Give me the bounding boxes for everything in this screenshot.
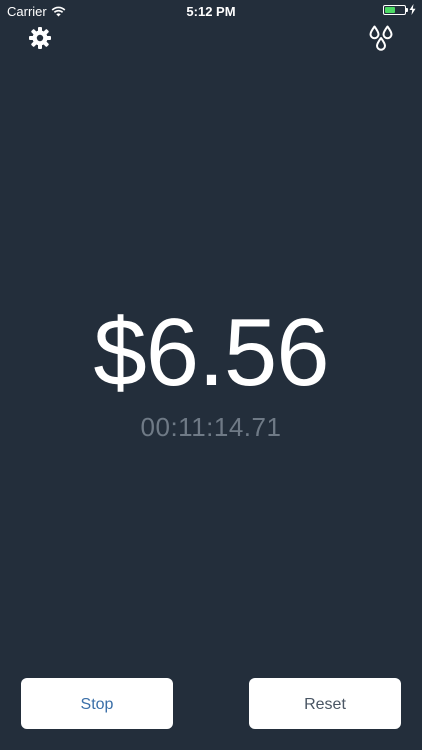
elapsed-time: 00:11:14.71 bbox=[140, 412, 282, 442]
bolt-icon bbox=[409, 4, 416, 15]
theme-button[interactable] bbox=[368, 25, 394, 52]
status-bar: Carrier 5:12 PM bbox=[0, 0, 422, 22]
battery-icon bbox=[383, 4, 408, 15]
battery-level bbox=[385, 6, 395, 13]
stop-button[interactable]: Stop bbox=[21, 678, 173, 729]
cost-amount: $6.56 bbox=[93, 299, 329, 406]
reset-button[interactable]: Reset bbox=[249, 678, 401, 729]
battery-group bbox=[383, 4, 416, 15]
gear-icon bbox=[29, 27, 51, 49]
drops-icon bbox=[369, 25, 393, 51]
app-screen: Carrier 5:12 PM $6.56 00:11:14.71 Stop R… bbox=[0, 0, 422, 750]
settings-button[interactable] bbox=[28, 26, 52, 50]
status-time: 5:12 PM bbox=[186, 4, 236, 19]
